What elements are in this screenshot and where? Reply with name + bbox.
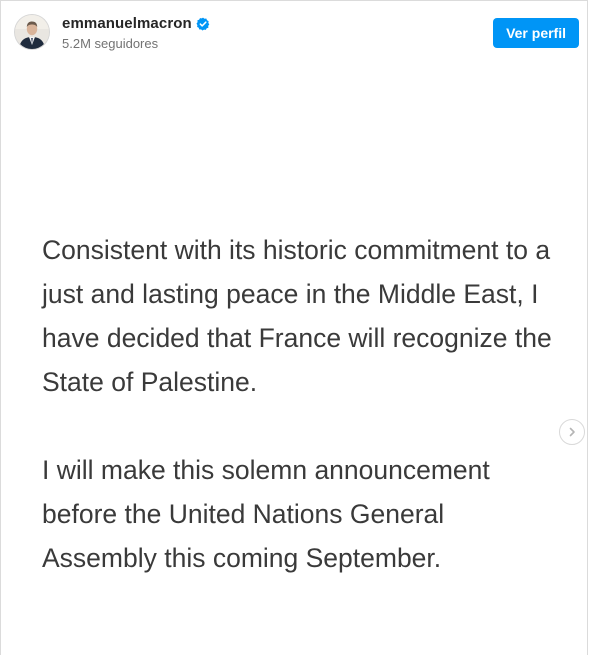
verified-badge-icon <box>196 17 210 31</box>
post-paragraph: I will make this solemn announcement bef… <box>42 455 490 573</box>
post-header: emmanuelmacron 5.2M seguidores Ver perfi… <box>1 1 587 65</box>
instagram-embed-card: emmanuelmacron 5.2M seguidores Ver perfi… <box>0 0 588 655</box>
profile-avatar[interactable] <box>15 15 49 49</box>
view-profile-button[interactable]: Ver perfil <box>493 18 579 48</box>
carousel-next-button[interactable] <box>559 419 585 445</box>
username-row: emmanuelmacron <box>62 15 210 32</box>
chevron-right-icon <box>569 427 575 437</box>
post-paragraph: Consistent with its historic commitment … <box>42 235 552 397</box>
username[interactable]: emmanuelmacron <box>62 15 192 32</box>
follower-count: 5.2M seguidores <box>62 36 159 51</box>
avatar-portrait-icon <box>15 15 49 49</box>
post-text: Consistent with its historic commitment … <box>42 228 562 580</box>
